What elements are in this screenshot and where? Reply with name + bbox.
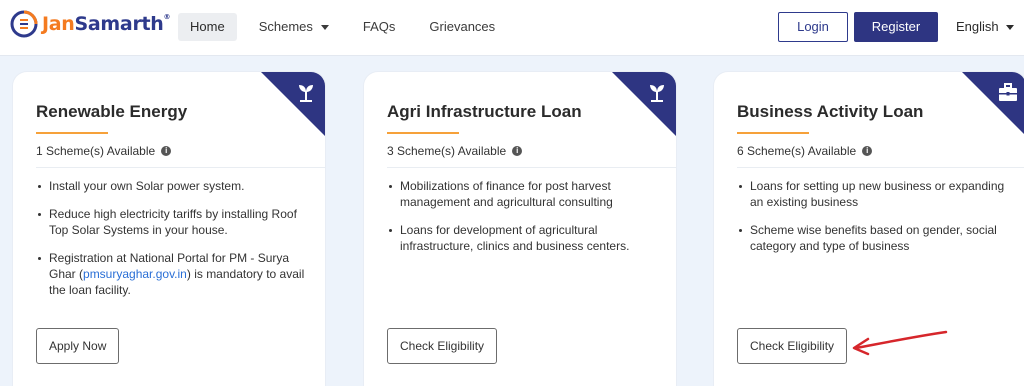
list-item: Scheme wise benefits based on gender, so… [737,222,1007,254]
info-icon[interactable]: i [862,146,873,156]
list-item: Reduce high electricity tariffs by insta… [36,206,306,238]
list-item: Loans for setting up new business or exp… [737,178,1007,210]
title-underline [36,132,108,134]
login-button[interactable]: Login [778,12,848,42]
sprout-icon [650,85,664,102]
scheme-count-text: 6 Scheme(s) Available [737,144,857,158]
list-item: Install your own Solar power system. [36,178,306,194]
nav-schemes[interactable]: Schemes [247,13,341,41]
list-item: Registration at National Portal for PM -… [36,250,306,298]
nav-schemes-label: Schemes [258,19,313,34]
info-icon[interactable]: i [161,146,172,156]
scheme-card-agri-infrastructure: Agri Infrastructure Loan 3 Scheme(s) Ava… [364,72,676,386]
card-divider [737,167,1024,168]
nav-home[interactable]: Home [178,13,237,41]
card-bullet-list: Install your own Solar power system. Red… [36,178,306,310]
sprout-icon [299,85,313,102]
scheme-count: 3 Scheme(s) Available i [387,144,523,158]
top-navbar: JanSamarth® Home Schemes FAQs Grievances… [0,0,1024,56]
jansamarth-logo[interactable]: JanSamarth® [10,10,171,38]
title-underline [737,132,809,134]
check-eligibility-button[interactable]: Check Eligibility [737,328,848,364]
chevron-down-icon [320,25,329,31]
scheme-count: 1 Scheme(s) Available i [36,144,172,158]
register-button[interactable]: Register [854,12,938,42]
card-divider [387,167,676,168]
nav-grievances[interactable]: Grievances [417,13,507,41]
language-label: English [956,19,999,34]
title-underline [387,132,459,134]
scheme-count: 6 Scheme(s) Available i [737,144,873,158]
list-item: Loans for development of agricultural in… [387,222,657,254]
red-arrow-annotation [852,330,948,356]
apply-now-button[interactable]: Apply Now [36,328,120,364]
card-title: Business Activity Loan [737,102,924,121]
card-bullet-list: Loans for setting up new business or exp… [737,178,1007,266]
main-nav: Home Schemes FAQs Grievances [178,13,517,41]
logo-text: JanSamarth® [42,13,171,35]
logo-mark-icon [10,10,38,38]
info-icon[interactable]: i [512,146,523,156]
card-title: Agri Infrastructure Loan [387,102,582,121]
chevron-down-icon [1005,25,1014,31]
language-selector[interactable]: English [956,19,1014,34]
card-title: Renewable Energy [36,102,188,121]
list-item: Mobilizations of finance for post harves… [387,178,657,210]
briefcase-icon [999,83,1017,101]
scheme-card-renewable-energy: Renewable Energy 1 Scheme(s) Available i … [13,72,325,386]
card-bullet-list: Mobilizations of finance for post harves… [387,178,657,266]
check-eligibility-button[interactable]: Check Eligibility [387,328,498,364]
card-divider [36,167,325,168]
nav-faqs[interactable]: FAQs [351,13,408,41]
scheme-count-text: 1 Scheme(s) Available [36,144,156,158]
pmsuryaghar-link[interactable]: pmsuryaghar.gov.in [83,267,187,281]
scheme-count-text: 3 Scheme(s) Available [387,144,507,158]
